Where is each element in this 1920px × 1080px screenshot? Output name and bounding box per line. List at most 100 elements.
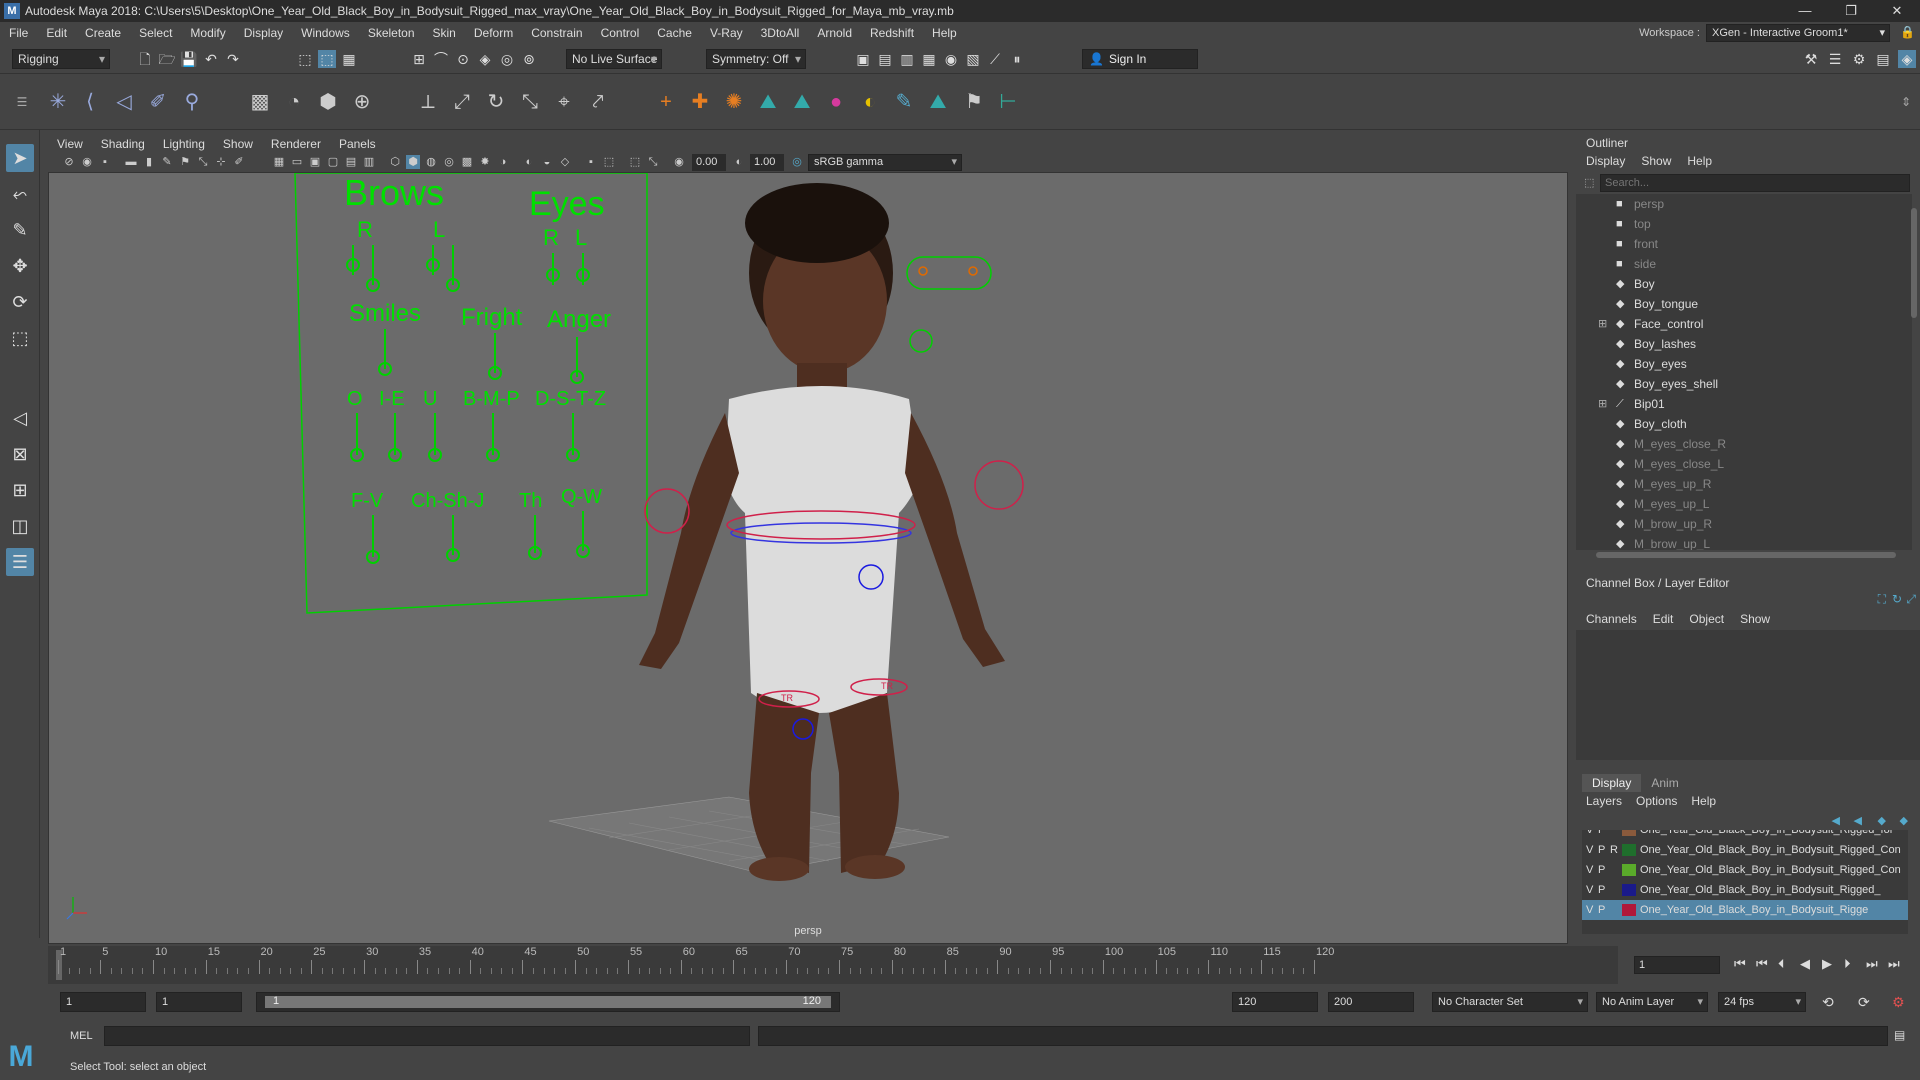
loop-icon[interactable]: ⟲ bbox=[1822, 994, 1834, 1011]
motion-blur-icon[interactable]: ◑ bbox=[496, 155, 510, 169]
menu-cache[interactable]: Cache bbox=[648, 26, 701, 40]
ik-handle-icon[interactable]: ⟨ bbox=[76, 88, 104, 116]
close-button[interactable]: ✕ bbox=[1874, 0, 1920, 22]
layer-visibility-toggle[interactable]: V bbox=[1586, 900, 1593, 920]
layer-row[interactable]: V P One_Year_Old_Black_Boy_in_Bodysuit_Rig… bbox=[1582, 880, 1908, 900]
current-frame-field[interactable]: 1 bbox=[1634, 956, 1720, 974]
frame-all-icon[interactable]: ⬚ bbox=[602, 155, 616, 169]
restore-button[interactable]: ❐ bbox=[1828, 0, 1874, 22]
workspace-dropdown[interactable]: XGen - Interactive Groom1* bbox=[1706, 24, 1890, 42]
viewport-menu-renderer[interactable]: Renderer bbox=[262, 137, 330, 151]
lasso-tool-icon[interactable]: ⬿ bbox=[6, 180, 34, 208]
channel-box-pin-icon[interactable]: ⤢ bbox=[1906, 592, 1916, 607]
snap-point-icon[interactable]: ⊙ bbox=[454, 50, 472, 68]
playback-start-field[interactable]: 1 bbox=[156, 992, 242, 1012]
layer-reference-toggle[interactable]: R bbox=[1610, 840, 1618, 860]
menu-file[interactable]: File bbox=[0, 26, 37, 40]
step-back-key-icon[interactable]: ⏮ bbox=[1756, 956, 1768, 972]
snap-surface-icon[interactable]: ◎ bbox=[498, 50, 516, 68]
locator-sun-icon[interactable]: ✺ bbox=[720, 88, 748, 116]
menu-create[interactable]: Create bbox=[76, 26, 130, 40]
orient-constraint-icon[interactable]: ↻ bbox=[482, 88, 510, 116]
viewport-menu-view[interactable]: View bbox=[48, 137, 92, 151]
render-settings-icon[interactable]: ▦ bbox=[920, 50, 938, 68]
tab-display[interactable]: Display bbox=[1582, 774, 1642, 792]
paint-select-icon[interactable]: ✎ bbox=[6, 216, 34, 244]
animation-start-field[interactable]: 1 bbox=[60, 992, 146, 1012]
four-layout-icon[interactable]: ⊞ bbox=[6, 476, 34, 504]
play-backward-icon[interactable]: ◀ bbox=[1800, 956, 1810, 972]
command-input[interactable] bbox=[104, 1026, 750, 1046]
new-layer-icon[interactable]: ◆ bbox=[1900, 814, 1908, 827]
outliner-vertical-scrollbar[interactable] bbox=[1910, 194, 1918, 550]
layer-playback-toggle[interactable]: P bbox=[1598, 880, 1605, 900]
outliner-item[interactable]: ■ top bbox=[1576, 214, 1912, 234]
depth-of-field-icon[interactable]: ✸ bbox=[478, 155, 492, 169]
wireframe-icon[interactable]: ▦ bbox=[272, 155, 286, 169]
layer-visibility-toggle[interactable]: V bbox=[1586, 830, 1593, 840]
menu-constrain[interactable]: Constrain bbox=[522, 26, 591, 40]
outliner-search-input[interactable] bbox=[1600, 174, 1910, 192]
pause-icon[interactable]: ⏸ bbox=[1008, 50, 1026, 68]
layer-color-swatch[interactable] bbox=[1622, 830, 1636, 836]
lock-icon[interactable]: 🔒 bbox=[1900, 25, 1915, 41]
outliner-item[interactable]: ⊞ ⟋ Bip01 bbox=[1576, 394, 1912, 414]
ambient-occlusion-icon[interactable]: ▥ bbox=[362, 155, 376, 169]
cluster-icon[interactable]: ◔ bbox=[280, 88, 308, 116]
toggle-outliner-icon[interactable]: ◈ bbox=[1898, 50, 1916, 68]
redo-icon[interactable]: ↷ bbox=[224, 50, 242, 68]
layer-color-swatch[interactable] bbox=[1622, 884, 1636, 896]
2d-pan-icon[interactable]: ▮ bbox=[142, 155, 156, 169]
snap-live-icon[interactable]: ⊚ bbox=[520, 50, 538, 68]
single-layout-icon[interactable]: ⊠ bbox=[6, 440, 34, 468]
use-lights-icon[interactable]: ▢ bbox=[326, 155, 340, 169]
smooth-shade-icon[interactable]: ▭ bbox=[290, 155, 304, 169]
layer-menu-options[interactable]: Options bbox=[1636, 794, 1677, 808]
menu-skin[interactable]: Skin bbox=[424, 26, 465, 40]
shadows-icon[interactable]: ▤ bbox=[344, 155, 358, 169]
snap-view-icon[interactable]: ◈ bbox=[476, 50, 494, 68]
vray-render-icon[interactable]: ⟋ bbox=[986, 50, 1004, 68]
channel-box-menu-object[interactable]: Object bbox=[1689, 612, 1724, 626]
grid-icon[interactable]: ⚑ bbox=[178, 155, 192, 169]
play-forward-icon[interactable]: ▶ bbox=[1822, 956, 1832, 972]
expand-icon[interactable]: ⊞ bbox=[1598, 394, 1607, 414]
hud-icon[interactable]: ◇ bbox=[558, 155, 572, 169]
outliner-horizontal-scrollbar[interactable] bbox=[1586, 550, 1912, 560]
frame-selection-icon[interactable]: ⬚ bbox=[628, 155, 642, 169]
antialias-icon[interactable]: ▩ bbox=[460, 155, 474, 169]
paint-weights-icon[interactable]: ✐ bbox=[144, 88, 172, 116]
viewport-menu-panels[interactable]: Panels bbox=[330, 137, 385, 151]
layer-visibility-toggle[interactable]: V bbox=[1586, 840, 1593, 860]
layer-row[interactable]: V P R One_Year_Old_Black_Boy_in_Bodysuit_Ri… bbox=[1582, 840, 1908, 860]
channel-box-options-icon[interactable]: ⛶ bbox=[1878, 592, 1886, 607]
camera-icon[interactable]: ◐ bbox=[522, 155, 536, 169]
sphere-icon[interactable]: ● bbox=[822, 88, 850, 116]
menu-redshift[interactable]: Redshift bbox=[861, 26, 923, 40]
viewport-menu-shading[interactable]: Shading bbox=[92, 137, 154, 151]
colorspace-dropdown[interactable]: sRGB gamma bbox=[808, 154, 962, 171]
layer-menu-help[interactable]: Help bbox=[1691, 794, 1716, 808]
outliner-item[interactable]: ◆ Boy_lashes bbox=[1576, 334, 1912, 354]
xray-icon[interactable]: ⬢ bbox=[406, 155, 420, 169]
fps-dropdown[interactable]: 24 fps bbox=[1718, 992, 1806, 1012]
aim-constraint-icon[interactable]: ⌖ bbox=[550, 88, 578, 116]
outliner-item[interactable]: ◆ M_brow_up_L bbox=[1576, 534, 1912, 550]
toggle-modeling-toolkit-icon[interactable]: ⚒ bbox=[1802, 50, 1820, 68]
outliner-item[interactable]: ◆ Boy_tongue bbox=[1576, 294, 1912, 314]
shelf-scroll-icon[interactable]: ⇕ bbox=[1892, 88, 1920, 116]
new-scene-icon[interactable]: 🗋 bbox=[136, 50, 154, 68]
blendshape-icon[interactable]: ⊕ bbox=[348, 88, 376, 116]
layer-playback-toggle[interactable]: P bbox=[1598, 840, 1605, 860]
grease-pencil-icon[interactable]: ✎ bbox=[160, 155, 174, 169]
textured-icon[interactable]: ▣ bbox=[308, 155, 322, 169]
gate-mask-icon[interactable]: ✐ bbox=[232, 155, 246, 169]
menu-modify[interactable]: Modify bbox=[181, 26, 234, 40]
toggle-channel-box-icon[interactable]: ▤ bbox=[1874, 50, 1892, 68]
brush-icon[interactable]: ✎ bbox=[890, 88, 918, 116]
open-scene-icon[interactable]: 🗁 bbox=[158, 50, 176, 68]
select-hierarchy-icon[interactable]: ⬚ bbox=[296, 50, 314, 68]
exposure-field[interactable]: 0.00 bbox=[692, 154, 726, 171]
outliner-item[interactable]: ◆ M_eyes_up_R bbox=[1576, 474, 1912, 494]
select-camera-icon[interactable]: ▪ bbox=[584, 155, 598, 169]
